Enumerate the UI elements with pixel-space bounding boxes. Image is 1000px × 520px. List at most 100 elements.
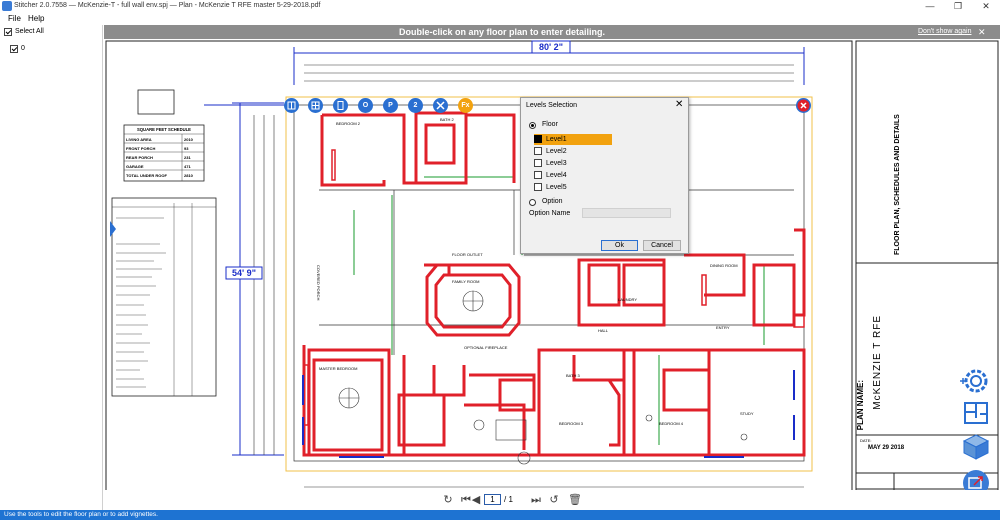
menu-help[interactable]: Help bbox=[28, 12, 44, 25]
room-label: BEDROOM 2 bbox=[336, 121, 361, 126]
schedule-title: SQUARE FEET SCHEDULE bbox=[137, 127, 191, 132]
app-icon bbox=[2, 1, 12, 11]
level-label: Level2 bbox=[546, 148, 567, 155]
room-label: ENTRY bbox=[716, 325, 730, 330]
item-checkbox[interactable] bbox=[10, 45, 18, 53]
dont-show-again-link[interactable]: Don't show again bbox=[918, 25, 971, 39]
floor-plan-icon[interactable] bbox=[962, 400, 990, 426]
date-label: DATE: bbox=[860, 438, 872, 443]
grid-tool-icon[interactable] bbox=[284, 98, 299, 113]
room-label: BATH 2 bbox=[440, 117, 454, 122]
status-text: Use the tools to edit the floor plan or … bbox=[4, 511, 158, 518]
info-banner: Double-click on any floor plan to enter … bbox=[104, 25, 1000, 39]
fx-tool-button[interactable]: Fx bbox=[458, 98, 473, 113]
settings-gear-icon[interactable] bbox=[958, 365, 992, 399]
select-all-row[interactable]: Select All bbox=[4, 27, 44, 38]
schedule-value: 2810 bbox=[184, 173, 193, 178]
page-total: 1 bbox=[508, 495, 513, 504]
banner-close-icon[interactable]: ✕ bbox=[978, 25, 986, 39]
wrench-tool-icon[interactable] bbox=[433, 98, 448, 113]
level-label: Level5 bbox=[546, 184, 567, 191]
level-checkbox[interactable] bbox=[534, 135, 542, 144]
level-checkbox[interactable] bbox=[534, 183, 542, 192]
level-label: Level4 bbox=[546, 172, 567, 179]
schedule-value: 471 bbox=[184, 164, 191, 169]
option-name-label: Option Name bbox=[529, 210, 571, 217]
floor-radio-row[interactable]: Floor bbox=[529, 120, 558, 131]
schedule-value: 2010 bbox=[184, 137, 193, 142]
last-page-icon[interactable]: ⏭ bbox=[530, 493, 542, 507]
close-plan-icon[interactable] bbox=[796, 98, 811, 113]
level-checkbox[interactable] bbox=[534, 147, 542, 156]
tool-p-button[interactable]: P bbox=[383, 98, 398, 113]
room-label: STUDY bbox=[740, 411, 754, 416]
schedule-label: FRONT PORCH bbox=[126, 146, 156, 151]
option-radio-row[interactable]: Option bbox=[529, 197, 563, 208]
cancel-button[interactable]: Cancel bbox=[643, 240, 681, 251]
floor-label: Floor bbox=[541, 121, 558, 128]
level-option[interactable]: Level1 bbox=[534, 134, 612, 145]
page-separator: / bbox=[504, 495, 507, 504]
table-tool-icon[interactable] bbox=[308, 98, 323, 113]
title-bar: Stitcher 2.0.7558 — McKenzie-T - full wa… bbox=[0, 0, 1000, 12]
top-dimension-label: 80' 2" bbox=[539, 42, 563, 52]
room-label: OPTIONAL FIREPLACE bbox=[464, 345, 508, 350]
menu-bar: File Help bbox=[0, 12, 1000, 25]
schedule-label: LIVING AREA bbox=[126, 137, 152, 142]
trash-icon[interactable]: 🗑 bbox=[568, 493, 582, 507]
layers-3d-icon[interactable] bbox=[962, 432, 990, 462]
tool-2-button[interactable]: 2 bbox=[408, 98, 423, 113]
ok-button[interactable]: Ok bbox=[601, 240, 638, 251]
room-label: COVERED PORCH bbox=[316, 265, 321, 301]
dialog-title: Levels Selection bbox=[526, 102, 577, 109]
rotate-icon[interactable]: ↺ bbox=[548, 493, 560, 507]
left-dimension-label: 54' 9" bbox=[232, 268, 256, 278]
room-label: BEDROOM 3 bbox=[559, 421, 584, 426]
window-title: Stitcher 2.0.7558 — McKenzie-T - full wa… bbox=[14, 2, 321, 9]
level-option[interactable]: Level4 bbox=[534, 170, 612, 181]
floor-radio[interactable] bbox=[529, 121, 536, 129]
schedule-row-labels: LIVING AREA FRONT PORCH REAR PORCH GARAG… bbox=[126, 135, 167, 180]
dialog-close-icon[interactable]: ✕ bbox=[675, 99, 683, 111]
option-radio[interactable] bbox=[529, 198, 536, 206]
tool-o-button[interactable]: O bbox=[358, 98, 373, 113]
left-panel: Select All 0 bbox=[0, 25, 103, 510]
room-label: DINING ROOM bbox=[710, 263, 738, 268]
menu-file[interactable]: File bbox=[8, 12, 21, 25]
option-name-input[interactable] bbox=[582, 208, 671, 218]
level-checkbox[interactable] bbox=[534, 159, 542, 168]
room-label: FLOOR OUTLET bbox=[452, 252, 483, 257]
level-option[interactable]: Level5 bbox=[534, 182, 612, 193]
prev-page-icon[interactable]: ◀ bbox=[470, 493, 482, 507]
minimize-button[interactable]: — bbox=[916, 0, 944, 12]
room-label: LAUNDRY bbox=[618, 297, 638, 302]
close-window-button[interactable]: ✕ bbox=[972, 0, 1000, 12]
page-number-input[interactable]: 1 bbox=[484, 494, 501, 505]
schedule-label: TOTAL UNDER ROOF bbox=[126, 173, 167, 178]
item-label: 0 bbox=[21, 45, 25, 52]
room-label: HALL bbox=[598, 328, 609, 333]
sheet-title: FLOOR PLAN, SCHEDULES AND DETAILS bbox=[894, 114, 901, 255]
room-label: BATH 3 bbox=[566, 373, 580, 378]
maximize-button[interactable]: ❐ bbox=[944, 0, 972, 12]
page-count: / 1 bbox=[504, 494, 513, 505]
level-checkbox[interactable] bbox=[534, 171, 542, 180]
plan-name: McKENZIE T RFE bbox=[872, 315, 883, 410]
schedule-label: GARAGE bbox=[126, 164, 144, 169]
page-tool-icon[interactable] bbox=[333, 98, 348, 113]
level-option[interactable]: Level3 bbox=[534, 158, 612, 169]
date-value: MAY 29 2018 bbox=[868, 445, 905, 451]
schedule-label: REAR PORCH bbox=[126, 155, 153, 160]
refresh-icon[interactable]: ↻ bbox=[442, 493, 454, 507]
select-all-checkbox[interactable] bbox=[4, 28, 12, 36]
levels-selection-dialog: Levels Selection ✕ Floor Level1 Level2 L… bbox=[520, 97, 689, 254]
level-label: Level3 bbox=[546, 160, 567, 167]
level-option[interactable]: Level2 bbox=[534, 146, 612, 157]
schedule-row-values: 2010 93 231 471 2810 bbox=[184, 135, 193, 180]
list-item[interactable]: 0 bbox=[10, 44, 25, 55]
select-all-label: Select All bbox=[15, 28, 44, 35]
banner-message: Double-click on any floor plan to enter … bbox=[398, 27, 606, 37]
room-label: MASTER BEDROOM bbox=[319, 366, 358, 371]
status-bar: Use the tools to edit the floor plan or … bbox=[0, 510, 1000, 520]
schedule-value: 231 bbox=[184, 155, 191, 160]
